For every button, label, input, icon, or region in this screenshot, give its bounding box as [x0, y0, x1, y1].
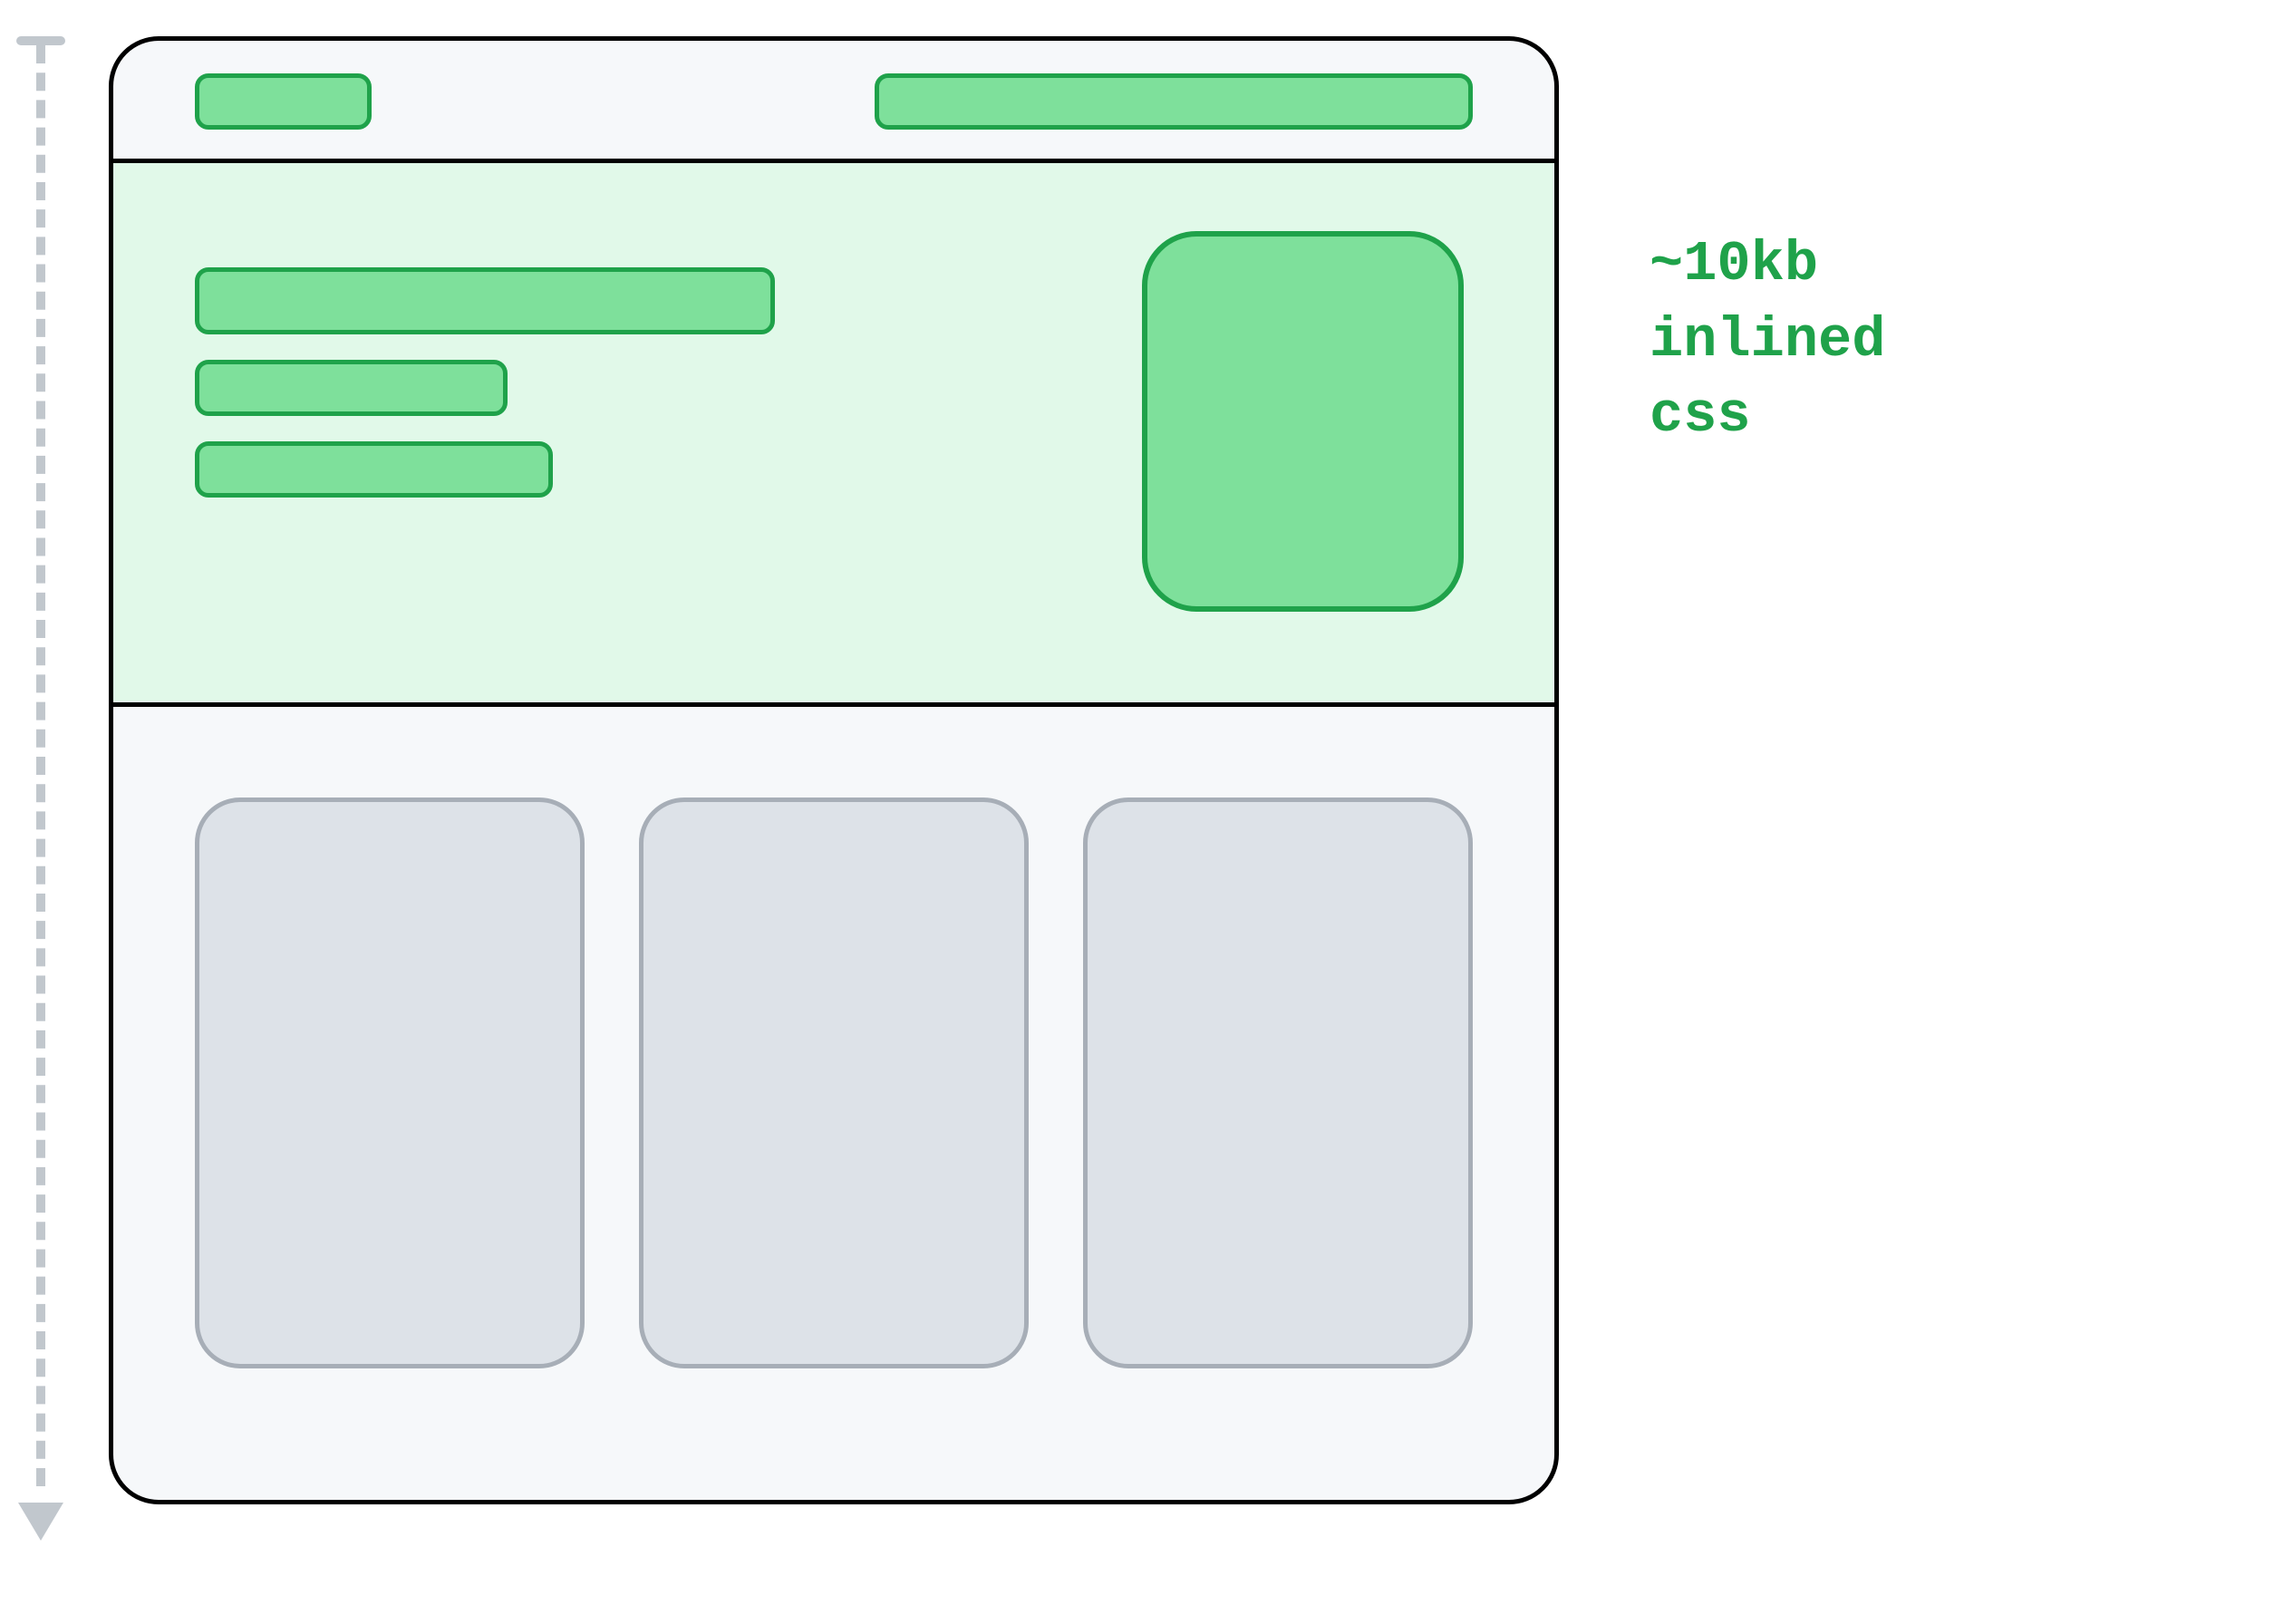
logo-placeholder	[195, 73, 372, 130]
card-placeholder	[1083, 798, 1473, 1368]
annotation-line: ~10kb	[1650, 232, 1818, 296]
hero-above-fold-region	[113, 163, 1554, 707]
below-fold-cards-region	[113, 707, 1554, 1504]
browser-window-mock	[109, 36, 1559, 1504]
arrow-dashed-line	[36, 45, 45, 1486]
nav-placeholder	[875, 73, 1473, 130]
page-header-region	[113, 41, 1554, 163]
annotation-line: inlined	[1650, 308, 1885, 372]
arrow-downward-head-icon	[18, 1503, 63, 1541]
card-placeholder	[195, 798, 585, 1368]
hero-image-placeholder	[1142, 231, 1464, 612]
hero-text-placeholders	[195, 267, 775, 523]
critical-css-diagram: ~10kb inlined css	[0, 36, 1722, 1577]
hero-subtext-placeholder-1	[195, 360, 508, 416]
scroll-indicator-arrow	[27, 36, 54, 1541]
card-placeholder	[639, 798, 1029, 1368]
hero-heading-placeholder	[195, 267, 775, 334]
inline-css-annotation: ~10kb inlined css	[1650, 227, 1885, 454]
annotation-line: css	[1650, 383, 1751, 448]
arrow-top-cap	[16, 36, 65, 45]
hero-subtext-placeholder-2	[195, 441, 553, 498]
